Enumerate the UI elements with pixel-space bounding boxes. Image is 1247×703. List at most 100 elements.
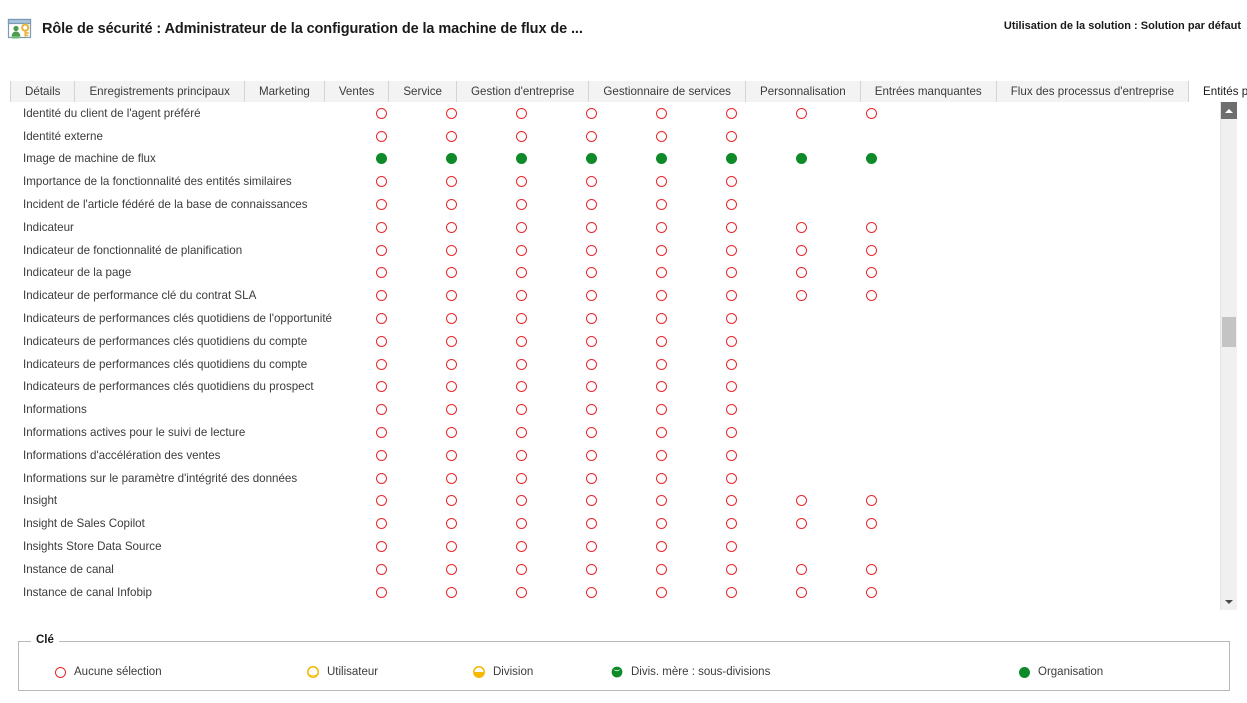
privilege-none-icon[interactable] — [725, 472, 737, 484]
privilege-none-icon[interactable] — [585, 563, 597, 575]
privilege-cell[interactable] — [649, 193, 673, 216]
privilege-cell[interactable] — [719, 558, 743, 581]
privilege-none-icon[interactable] — [655, 449, 667, 461]
privilege-none-icon[interactable] — [865, 221, 877, 233]
privilege-cell[interactable] — [369, 558, 393, 581]
privilege-none-icon[interactable] — [655, 335, 667, 347]
privilege-organization-icon[interactable] — [655, 153, 667, 165]
privilege-cell[interactable] — [509, 170, 533, 193]
privilege-cell[interactable] — [579, 398, 603, 421]
privilege-cell[interactable] — [649, 239, 673, 262]
privilege-none-icon[interactable] — [585, 404, 597, 416]
privilege-cell[interactable] — [649, 262, 673, 285]
privilege-cell[interactable] — [719, 444, 743, 467]
privilege-none-icon[interactable] — [515, 518, 527, 530]
privilege-none-icon[interactable] — [445, 404, 457, 416]
privilege-cell[interactable] — [369, 284, 393, 307]
privilege-none-icon[interactable] — [375, 313, 387, 325]
privilege-cell[interactable] — [439, 376, 463, 399]
privilege-cell[interactable] — [579, 262, 603, 285]
privilege-none-icon[interactable] — [725, 244, 737, 256]
privilege-none-icon[interactable] — [725, 563, 737, 575]
privilege-none-icon[interactable] — [795, 290, 807, 302]
privilege-cell[interactable] — [439, 330, 463, 353]
privilege-none-icon[interactable] — [445, 563, 457, 575]
privilege-cell[interactable] — [719, 467, 743, 490]
privilege-none-icon[interactable] — [515, 586, 527, 598]
privilege-none-icon[interactable] — [445, 495, 457, 507]
privilege-none-icon[interactable] — [655, 313, 667, 325]
privilege-none-icon[interactable] — [375, 244, 387, 256]
privilege-none-icon[interactable] — [515, 130, 527, 142]
tab-entit-s-personnalis-es[interactable]: Entités personnalisées — [1189, 81, 1247, 103]
privilege-cell[interactable] — [509, 444, 533, 467]
privilege-none-icon[interactable] — [725, 541, 737, 553]
privilege-none-icon[interactable] — [375, 427, 387, 439]
privilege-none-icon[interactable] — [655, 586, 667, 598]
privilege-cell[interactable] — [439, 467, 463, 490]
privilege-none-icon[interactable] — [515, 107, 527, 119]
privilege-cell[interactable] — [649, 376, 673, 399]
scrollbar-thumb[interactable] — [1222, 317, 1236, 347]
privilege-none-icon[interactable] — [445, 449, 457, 461]
privilege-none-icon[interactable] — [725, 381, 737, 393]
privilege-none-icon[interactable] — [585, 221, 597, 233]
privilege-cell[interactable] — [369, 216, 393, 239]
privilege-cell[interactable] — [369, 535, 393, 558]
privilege-cell[interactable] — [369, 467, 393, 490]
privilege-cell[interactable] — [369, 398, 393, 421]
privilege-cell[interactable] — [649, 125, 673, 148]
privilege-cell[interactable] — [369, 581, 393, 604]
privilege-none-icon[interactable] — [375, 563, 387, 575]
privilege-cell[interactable] — [369, 307, 393, 330]
privilege-cell[interactable] — [439, 216, 463, 239]
privilege-none-icon[interactable] — [725, 335, 737, 347]
privilege-cell[interactable] — [369, 444, 393, 467]
privilege-none-icon[interactable] — [445, 199, 457, 211]
privilege-none-icon[interactable] — [445, 586, 457, 598]
privilege-cell[interactable] — [439, 353, 463, 376]
privilege-none-icon[interactable] — [375, 199, 387, 211]
privilege-none-icon[interactable] — [585, 449, 597, 461]
privilege-none-icon[interactable] — [515, 221, 527, 233]
privilege-cell[interactable] — [859, 262, 883, 285]
privilege-none-icon[interactable] — [865, 586, 877, 598]
privilege-none-icon[interactable] — [795, 586, 807, 598]
privilege-none-icon[interactable] — [515, 381, 527, 393]
privilege-cell[interactable] — [369, 421, 393, 444]
privilege-none-icon[interactable] — [795, 244, 807, 256]
privilege-organization-icon[interactable] — [725, 153, 737, 165]
privilege-none-icon[interactable] — [445, 176, 457, 188]
tab-enregistrements-principaux[interactable]: Enregistrements principaux — [75, 81, 245, 102]
privilege-organization-icon[interactable] — [375, 153, 387, 165]
privilege-none-icon[interactable] — [795, 107, 807, 119]
privilege-none-icon[interactable] — [515, 290, 527, 302]
privilege-none-icon[interactable] — [375, 267, 387, 279]
privilege-none-icon[interactable] — [375, 221, 387, 233]
privilege-none-icon[interactable] — [375, 472, 387, 484]
privilege-none-icon[interactable] — [585, 541, 597, 553]
privilege-none-icon[interactable] — [795, 495, 807, 507]
privilege-cell[interactable] — [859, 581, 883, 604]
privilege-none-icon[interactable] — [515, 335, 527, 347]
privilege-none-icon[interactable] — [515, 267, 527, 279]
privilege-cell[interactable] — [719, 125, 743, 148]
privilege-none-icon[interactable] — [375, 541, 387, 553]
privilege-none-icon[interactable] — [655, 427, 667, 439]
privilege-none-icon[interactable] — [655, 541, 667, 553]
privilege-none-icon[interactable] — [655, 518, 667, 530]
privilege-cell[interactable] — [649, 307, 673, 330]
privilege-cell[interactable] — [509, 353, 533, 376]
privilege-none-icon[interactable] — [375, 495, 387, 507]
privilege-none-icon[interactable] — [445, 358, 457, 370]
privilege-cell[interactable] — [369, 512, 393, 535]
privilege-none-icon[interactable] — [725, 427, 737, 439]
privilege-cell[interactable] — [789, 148, 813, 171]
privilege-cell[interactable] — [789, 284, 813, 307]
privilege-cell[interactable] — [439, 239, 463, 262]
privilege-none-icon[interactable] — [865, 563, 877, 575]
privilege-none-icon[interactable] — [655, 472, 667, 484]
privilege-cell[interactable] — [719, 170, 743, 193]
privilege-none-icon[interactable] — [515, 358, 527, 370]
privilege-cell[interactable] — [579, 490, 603, 513]
